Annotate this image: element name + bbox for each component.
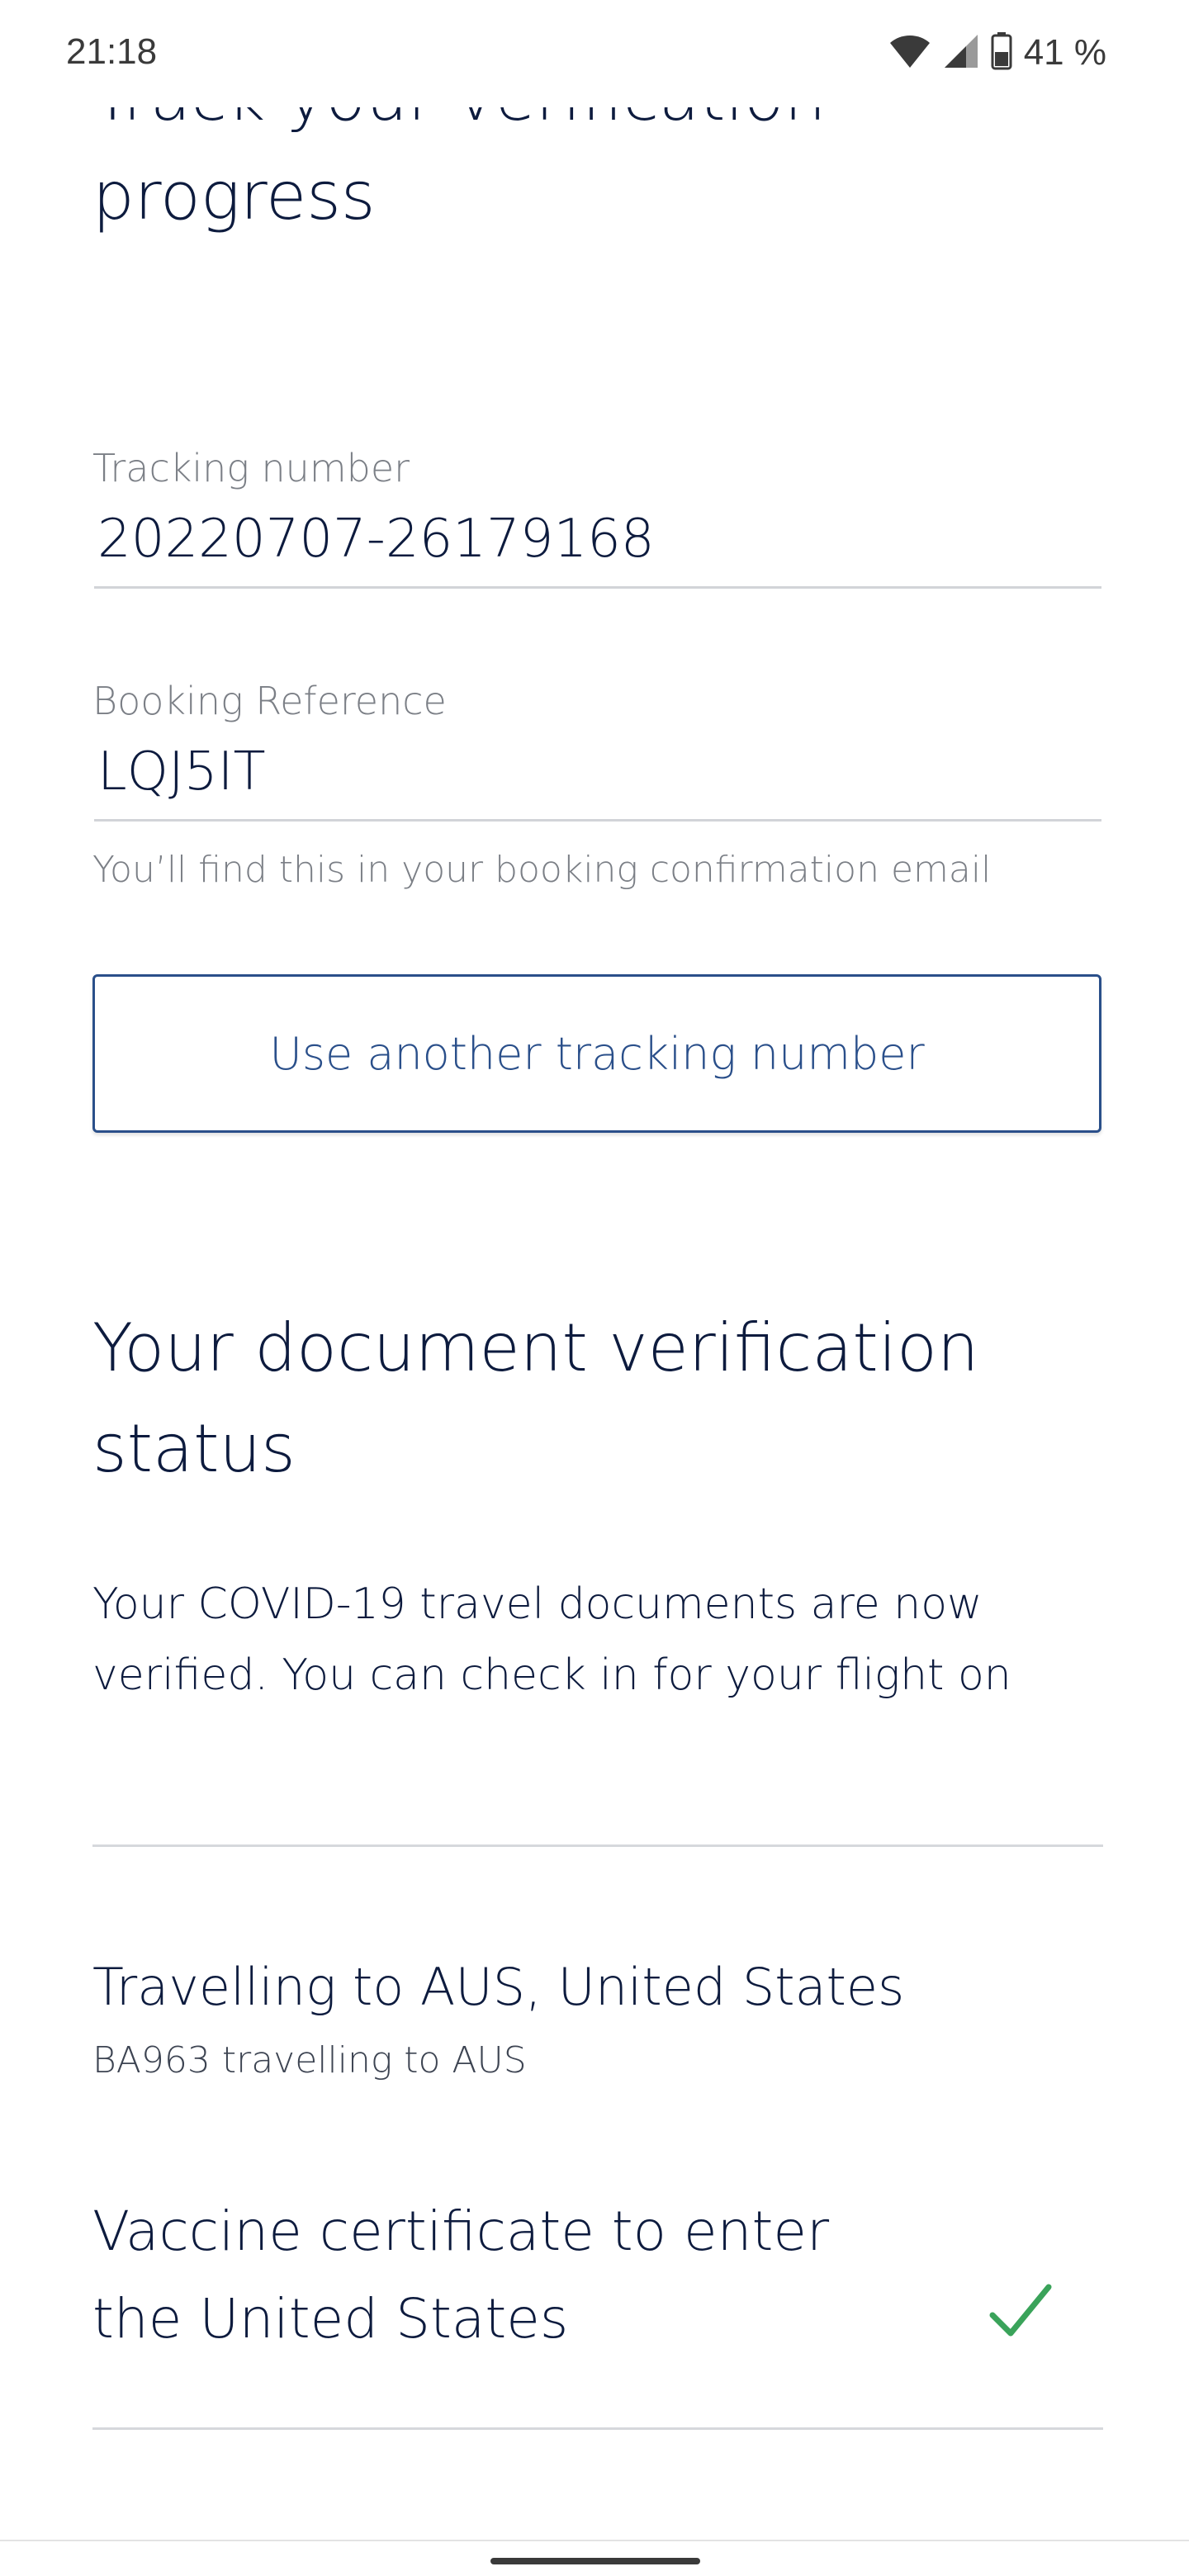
destination-title: Travelling to AUS, United States bbox=[92, 1957, 905, 2017]
verification-status-message: Your COVID-19 travel documents are now v… bbox=[92, 1579, 1011, 1700]
battery-icon bbox=[991, 32, 1012, 73]
flight-subtitle: BA963 travelling to AUS bbox=[92, 2039, 527, 2081]
tracking-number-label: Tracking number bbox=[92, 446, 410, 490]
home-indicator[interactable] bbox=[490, 2558, 700, 2564]
document-divider bbox=[92, 2427, 1103, 2430]
section-divider bbox=[92, 1844, 1103, 1847]
use-another-tracking-number-button[interactable]: Use another tracking number bbox=[92, 974, 1101, 1133]
tracking-number-field[interactable]: 20220707-26179168 bbox=[97, 509, 655, 570]
signal-icon bbox=[943, 33, 979, 73]
verification-status-heading: Your document verification status bbox=[92, 1309, 979, 1487]
status-icons: 41 % bbox=[888, 30, 1106, 76]
booking-reference-label: Booking Reference bbox=[92, 679, 447, 723]
app-screen: 21:18 41 % Track bbox=[0, 0, 1189, 2576]
vaccine-certificate-title: Vaccine certificate to enter the United … bbox=[92, 2200, 830, 2351]
use-another-tracking-number-label: Use another tracking number bbox=[269, 1027, 925, 1080]
booking-reference-field[interactable]: LQJ5IT bbox=[97, 741, 266, 803]
status-time: 21:18 bbox=[66, 31, 158, 72]
booking-reference-underline bbox=[94, 819, 1101, 822]
wifi-icon bbox=[888, 33, 931, 73]
tracking-number-underline bbox=[94, 586, 1101, 589]
booking-reference-helper: You’ll find this in your booking confirm… bbox=[92, 849, 992, 891]
navigation-bar-divider bbox=[0, 2540, 1189, 2541]
battery-percentage: 41 % bbox=[1023, 32, 1106, 73]
check-icon bbox=[988, 2279, 1054, 2345]
status-bar: 21:18 41 % bbox=[0, 0, 1189, 107]
